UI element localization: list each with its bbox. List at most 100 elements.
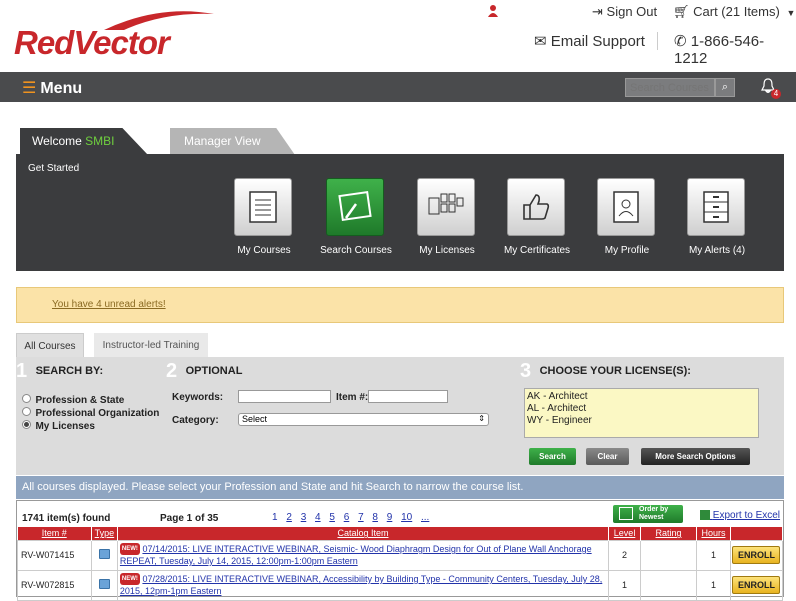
cart-link[interactable]: 🛒︎ Cart (21 Items) ▼ <box>673 4 795 20</box>
cart-icon: 🛒︎ <box>673 4 690 19</box>
page-link[interactable]: 4 <box>315 512 321 523</box>
phone-link[interactable]: ✆ 1-866-546-1212 <box>674 32 796 67</box>
menu-button[interactable]: ☰ Menu <box>22 78 82 98</box>
results-table: Item # Type Catalog Item Level Rating Ho… <box>17 527 784 601</box>
level-cell: 2 <box>608 539 642 571</box>
radio-my-licenses[interactable]: My Licenses <box>22 416 95 434</box>
page-link[interactable]: 3 <box>301 512 307 523</box>
table-row: RV-W072815 NEW! 07/28/2015: LIVE INTERAC… <box>17 569 784 601</box>
license-option[interactable]: AK - Architect <box>527 391 756 403</box>
license-listbox[interactable]: AK - Architect AL - Architect WY - Engin… <box>524 388 759 438</box>
tab-manager-view[interactable]: Manager View <box>170 128 295 155</box>
header-divider <box>657 32 658 50</box>
catalog-link[interactable]: 07/14/2015: LIVE INTERACTIVE WEBINAR, Se… <box>120 544 592 566</box>
get-started-label: Get Started <box>28 163 80 174</box>
licenses-icon <box>417 178 475 236</box>
webinar-type-icon <box>98 549 110 559</box>
order-by-newest-button[interactable]: Order by Newest <box>613 505 683 523</box>
export-excel-link[interactable]: Export to Excel <box>700 510 780 521</box>
search-courses-input[interactable] <box>625 78 715 97</box>
hours-cell: 1 <box>695 569 731 601</box>
calendar-icon <box>619 507 633 520</box>
search-button[interactable]: ⌕ <box>715 78 735 97</box>
tile-my-alerts[interactable] <box>687 178 745 236</box>
tab-instructor-led-training[interactable]: Instructor-led Training <box>94 333 208 358</box>
sign-out-icon: ⇥ <box>592 4 603 19</box>
tile-my-certificates[interactable] <box>507 178 565 236</box>
col-level[interactable]: Level <box>608 527 642 540</box>
item-number: RV-W072815 <box>17 569 92 601</box>
page-link[interactable]: 8 <box>372 512 378 523</box>
section-2-heading: 2 OPTIONAL <box>166 360 243 382</box>
enroll-button[interactable]: ENROLL <box>732 546 781 564</box>
item-number-input[interactable] <box>368 390 448 403</box>
notepad-icon <box>234 178 292 236</box>
col-catalog[interactable]: Catalog Item <box>117 527 610 540</box>
logo-text: RedVector <box>14 24 170 61</box>
thumbs-up-icon <box>507 178 565 236</box>
email-support-link[interactable]: ✉ Email Support <box>534 32 645 50</box>
catalog-link[interactable]: 07/28/2015: LIVE INTERACTIVE WEBINAR, Ac… <box>120 574 602 596</box>
col-action <box>730 527 784 540</box>
col-type[interactable]: Type <box>91 527 118 540</box>
phone-icon: ✆ <box>674 33 687 50</box>
keywords-label: Keywords: <box>172 392 224 403</box>
more-search-options-button[interactable]: More Search Options <box>641 448 750 465</box>
page-link[interactable]: 7 <box>358 512 364 523</box>
col-rating[interactable]: Rating <box>640 527 697 540</box>
tile-my-profile[interactable] <box>597 178 655 236</box>
section-3-heading: 3 CHOOSE YOUR LICENSE(S): <box>520 360 691 382</box>
tile-my-courses[interactable] <box>234 178 292 236</box>
tab-welcome[interactable]: Welcome SMBI <box>20 128 148 155</box>
license-option[interactable]: WY - Engineer <box>527 415 756 427</box>
page-link[interactable]: 10 <box>401 512 412 523</box>
level-cell: 1 <box>608 569 642 601</box>
page-link[interactable]: 2 <box>286 512 292 523</box>
action-cell: ENROLL <box>729 539 784 571</box>
page-link[interactable]: 9 <box>387 512 393 523</box>
webinar-type-icon <box>98 579 110 589</box>
item-number: RV-W071415 <box>17 539 92 571</box>
page-link[interactable]: 5 <box>329 512 335 523</box>
tile-my-licenses[interactable] <box>417 178 475 236</box>
col-hours[interactable]: Hours <box>696 527 731 540</box>
chevron-down-icon: ▼ <box>786 8 796 18</box>
type-cell <box>90 569 118 601</box>
action-cell: ENROLL <box>729 569 784 601</box>
tile-label: My Certificates <box>503 245 571 256</box>
alerts-drawer-icon <box>687 178 745 236</box>
tile-search-courses[interactable] <box>326 178 384 236</box>
page-link[interactable]: ... <box>421 512 429 523</box>
tab-all-courses[interactable]: All Courses <box>16 333 84 358</box>
category-select[interactable]: Select ⇕ <box>238 413 489 426</box>
excel-icon <box>700 510 710 521</box>
page-indicator: Page 1 of 35 <box>160 513 219 524</box>
results-count: 1741 item(s) found <box>22 513 111 524</box>
new-badge: NEW! <box>119 543 140 555</box>
tile-label: My Profile <box>604 245 650 256</box>
new-badge: NEW! <box>119 573 140 585</box>
page-link[interactable]: 1 <box>272 512 278 523</box>
section-1-heading: 1 SEARCH BY: <box>16 360 104 382</box>
search-submit-button[interactable]: Search <box>529 448 576 465</box>
pagination: 1 2 3 4 5 6 7 8 9 10 ... <box>272 512 435 523</box>
welcome-user: SMBI <box>85 134 115 148</box>
table-row: RV-W071415 NEW! 07/14/2015: LIVE INTERAC… <box>17 539 784 571</box>
license-option[interactable]: AL - Architect <box>527 403 756 415</box>
hours-cell: 1 <box>695 539 731 571</box>
unread-alerts-link[interactable]: You have 4 unread alerts! <box>52 299 166 310</box>
clear-button[interactable]: Clear <box>586 448 629 465</box>
enroll-button[interactable]: ENROLL <box>732 576 781 594</box>
page-link[interactable]: 6 <box>344 512 350 523</box>
redvector-logo[interactable]: RedVector <box>14 10 214 61</box>
user-icon[interactable] <box>488 4 498 18</box>
search-courses-icon <box>326 178 384 236</box>
col-item[interactable]: Item # <box>17 527 92 540</box>
search-icon: ⌕ <box>721 81 729 93</box>
keywords-input[interactable] <box>238 390 331 403</box>
rating-cell <box>640 569 697 601</box>
tile-label: Search Courses <box>320 245 392 256</box>
sign-out-link[interactable]: ⇥ Sign Out <box>592 4 657 20</box>
envelope-icon: ✉ <box>534 33 547 50</box>
profile-icon <box>597 178 655 236</box>
